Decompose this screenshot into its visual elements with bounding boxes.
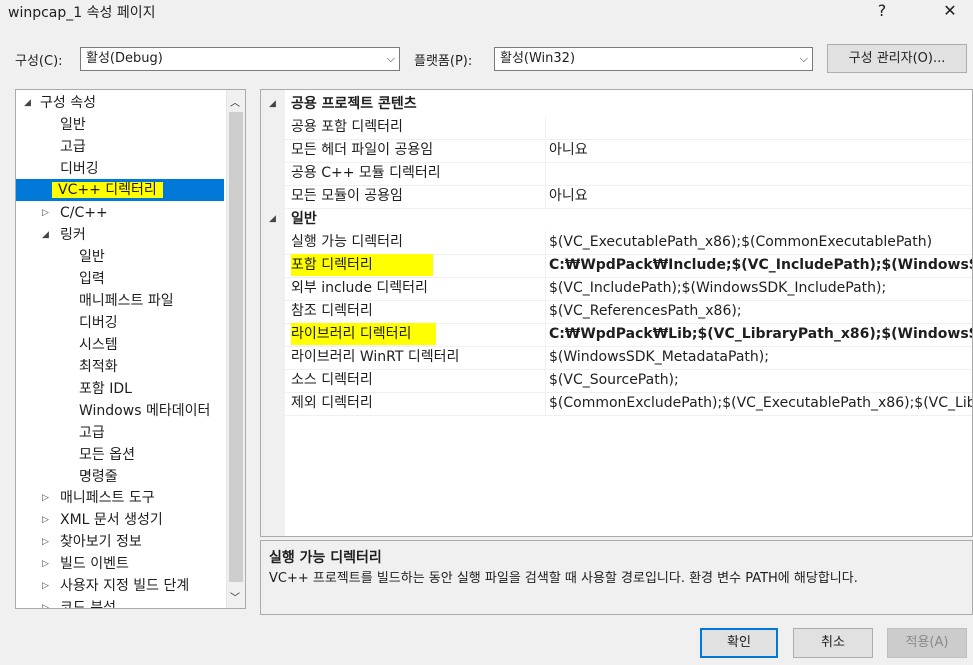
expand-icon[interactable]: ▷ bbox=[42, 553, 49, 575]
collapse-icon[interactable]: ◢ bbox=[24, 92, 31, 114]
tree-item-build-events[interactable]: ▷ 빌드 이벤트 bbox=[42, 553, 129, 575]
window-title: winpcap_1 속성 페이지 bbox=[8, 5, 156, 21]
close-button[interactable]: ✕ bbox=[928, 0, 972, 22]
config-select[interactable]: 활성(Debug) ⌵ bbox=[80, 47, 400, 71]
expand-icon[interactable]: ▷ bbox=[42, 487, 49, 509]
config-manager-button[interactable]: 구성 관리자(O)... bbox=[827, 44, 967, 73]
tree-item-cpp[interactable]: ▷ C/C++ bbox=[42, 202, 108, 224]
platform-value: 활성(Win32) bbox=[500, 51, 576, 66]
property-row[interactable]: 공용 포함 디렉터리 bbox=[285, 116, 972, 140]
description-panel: 실행 가능 디렉터리 VC++ 프로젝트를 빌드하는 동안 실행 파일을 검색할… bbox=[260, 540, 973, 615]
cancel-button[interactable]: 취소 bbox=[793, 628, 873, 658]
property-row[interactable]: 모든 모듈이 공용임 아니요 bbox=[285, 185, 972, 209]
tree-item-vc-directories[interactable]: VC++ 디렉터리 bbox=[16, 179, 224, 201]
tree-item-linker-all-options[interactable]: 모든 옵션 bbox=[79, 444, 135, 466]
platform-select[interactable]: 활성(Win32) ⌵ bbox=[494, 47, 813, 71]
tree-item-code-analysis[interactable]: ▷ 코드 분석 bbox=[42, 597, 116, 608]
chevron-down-icon: ⌵ bbox=[799, 52, 808, 65]
property-tree: ◢ 구성 속성 일반 고급 디버깅 VC++ 디렉터리 ▷ C/C++ ◢ 링커… bbox=[15, 89, 246, 609]
tree-item-general[interactable]: 일반 bbox=[60, 114, 86, 136]
tree-item-linker-debugging[interactable]: 디버깅 bbox=[79, 312, 118, 334]
grid-gutter bbox=[261, 90, 285, 536]
tree-item-advanced[interactable]: 고급 bbox=[60, 136, 86, 158]
help-button[interactable]: ? bbox=[860, 0, 904, 22]
property-row[interactable]: 공용 C++ 모듈 디렉터리 bbox=[285, 162, 972, 186]
property-row[interactable]: 외부 include 디렉터리 $(VC_IncludePath);$(Wind… bbox=[285, 277, 972, 301]
tree-item-config-props[interactable]: ◢ 구성 속성 bbox=[24, 92, 96, 114]
property-row-include[interactable]: 포함 디렉터리 C:₩WpdPack₩Include;$(VC_IncludeP… bbox=[285, 254, 972, 278]
tree-item-linker-general[interactable]: 일반 bbox=[79, 246, 105, 268]
scroll-down-icon[interactable]: ﹀ bbox=[230, 589, 240, 604]
tree-item-linker-advanced[interactable]: 고급 bbox=[79, 422, 105, 444]
property-grid: ◢ 공용 프로젝트 콘텐츠 공용 포함 디렉터리 모든 헤더 파일이 공용임 아… bbox=[260, 89, 973, 537]
tree-item-linker-optimization[interactable]: 최적화 bbox=[79, 356, 118, 378]
tree-item-browse-info[interactable]: ▷ 찾아보기 정보 bbox=[42, 531, 142, 553]
expand-icon[interactable]: ▷ bbox=[42, 531, 49, 553]
expand-icon[interactable]: ▷ bbox=[42, 597, 49, 608]
category-shared-content[interactable]: ◢ 공용 프로젝트 콘텐츠 bbox=[261, 93, 972, 115]
tree-scrollbar[interactable]: ︿ ﹀ bbox=[226, 90, 245, 608]
config-label: 구성(C): bbox=[15, 54, 63, 69]
config-value: 활성(Debug) bbox=[86, 51, 163, 66]
tree-item-xml-doc[interactable]: ▷ XML 문서 생성기 bbox=[42, 509, 163, 531]
property-row[interactable]: 소스 디렉터리 $(VC_SourcePath); bbox=[285, 369, 972, 393]
property-row-library[interactable]: 라이브러리 디렉터리 C:₩WpdPack₩Lib;$(VC_LibraryPa… bbox=[285, 323, 972, 347]
collapse-icon[interactable]: ◢ bbox=[42, 224, 49, 246]
collapse-icon[interactable]: ◢ bbox=[269, 208, 276, 230]
tree-item-linker-idl[interactable]: 포함 IDL bbox=[79, 378, 132, 400]
ok-button[interactable]: 확인 bbox=[700, 628, 778, 658]
tree-item-linker-system[interactable]: 시스템 bbox=[79, 334, 118, 356]
property-row[interactable]: 라이브러리 WinRT 디렉터리 $(WindowsSDK_MetadataPa… bbox=[285, 346, 972, 370]
tree-item-linker-manifest[interactable]: 매니페스트 파일 bbox=[79, 290, 174, 312]
collapse-icon[interactable]: ◢ bbox=[269, 93, 276, 115]
property-row[interactable]: 제외 디렉터리 $(CommonExcludePath);$(VC_Execut… bbox=[285, 392, 972, 416]
tree-item-manifest-tool[interactable]: ▷ 매니페스트 도구 bbox=[42, 487, 155, 509]
expand-icon[interactable]: ▷ bbox=[42, 509, 49, 531]
apply-button[interactable]: 적용(A) bbox=[887, 628, 967, 658]
tree-item-linker-command-line[interactable]: 명령줄 bbox=[79, 466, 118, 488]
property-row[interactable]: 모든 헤더 파일이 공용임 아니요 bbox=[285, 139, 972, 163]
tree-item-custom-build[interactable]: ▷ 사용자 지정 빌드 단계 bbox=[42, 575, 189, 597]
tree-item-linker-input[interactable]: 입력 bbox=[79, 268, 105, 290]
description-title: 실행 가능 디렉터리 bbox=[269, 550, 382, 566]
tree-item-linker[interactable]: ◢ 링커 bbox=[42, 224, 86, 246]
property-row[interactable]: 참조 디렉터리 $(VC_ReferencesPath_x86); bbox=[285, 300, 972, 324]
expand-icon[interactable]: ▷ bbox=[42, 202, 49, 224]
expand-icon[interactable]: ▷ bbox=[42, 575, 49, 597]
scroll-up-icon[interactable]: ︿ bbox=[230, 94, 240, 109]
property-row[interactable]: 실행 가능 디렉터리 $(VC_ExecutablePath_x86);$(Co… bbox=[285, 231, 972, 255]
category-general[interactable]: ◢ 일반 bbox=[261, 208, 972, 230]
description-text: VC++ 프로젝트를 빌드하는 동안 실행 파일을 검색할 때 사용할 경로입니… bbox=[269, 571, 858, 586]
platform-label: 플랫폼(P): bbox=[414, 54, 473, 69]
chevron-down-icon: ⌵ bbox=[386, 52, 395, 65]
tree-item-debugging[interactable]: 디버깅 bbox=[60, 158, 99, 180]
tree-scroll-thumb[interactable] bbox=[229, 112, 243, 582]
tree-item-linker-winmd[interactable]: Windows 메타데이터 bbox=[79, 400, 210, 422]
